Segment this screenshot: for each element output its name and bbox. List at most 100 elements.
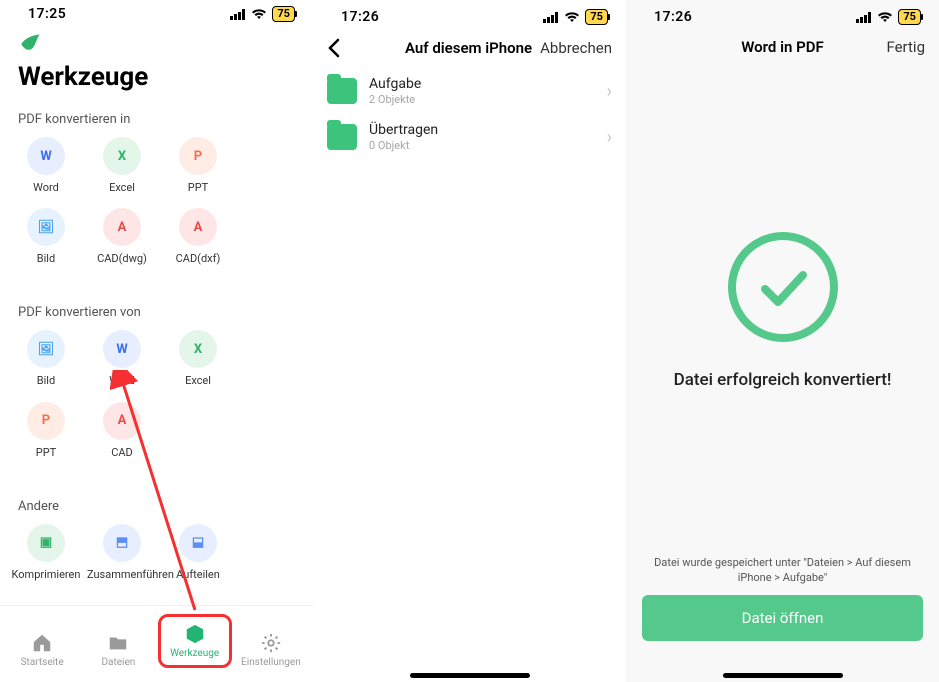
wifi-icon xyxy=(251,8,267,20)
pdf-to-ppt-icon: P xyxy=(179,137,217,175)
tab-label: Einstellungen xyxy=(241,657,301,668)
result-bottom: Datei wurde gespeichert unter "Dateien >… xyxy=(626,556,939,659)
success-check-icon xyxy=(728,232,838,342)
tools-icon xyxy=(184,623,206,645)
folder-row[interactable]: Übertragen0 Objekt › xyxy=(313,114,626,160)
nav-title: Auf diesem iPhone xyxy=(397,39,540,57)
status-right: 75 xyxy=(856,9,921,25)
folder-list: Aufgabe2 Objekte › Übertragen0 Objekt › xyxy=(313,68,626,160)
excel-to-pdf[interactable]: X Excel xyxy=(160,330,236,387)
tool-label: Bild xyxy=(37,252,55,265)
tool-label: CAD(dxf) xyxy=(176,252,221,265)
battery-icon: 75 xyxy=(272,6,295,22)
cancel-button[interactable]: Abbrechen xyxy=(540,39,612,57)
folder-icon xyxy=(327,124,357,150)
compress-icon: ▣ xyxy=(27,524,65,562)
signal-icon xyxy=(856,12,872,23)
pdf-to-caddwg-icon: A xyxy=(103,208,141,246)
pdf-to-word[interactable]: W Word xyxy=(8,137,84,194)
pdf-to-excel-icon: X xyxy=(103,137,141,175)
success-message: Datei erfolgreich konvertiert! xyxy=(674,370,892,390)
section-label-to: PDF konvertieren in xyxy=(0,104,313,137)
image-to-pdf-icon: 🖼 xyxy=(27,330,65,368)
pdf-to-caddxf[interactable]: A CAD(dxf) xyxy=(160,208,236,265)
tab-files[interactable]: Dateien xyxy=(81,632,155,668)
screen-tools: 17:25 75 Werkzeuge PDF konvertieren in W… xyxy=(0,0,313,682)
folder-name: Aufgabe xyxy=(369,76,595,92)
tool-label: Aufteilen xyxy=(176,568,220,581)
tool-label: Word xyxy=(33,181,59,194)
signal-icon xyxy=(230,9,246,20)
screen-result: 17:26 75 Word in PDF Fertig Datei erfolg… xyxy=(626,0,939,682)
tool-label: Word xyxy=(109,374,135,387)
app-logo xyxy=(0,24,313,60)
tool-label: Komprimieren xyxy=(12,568,81,581)
word-to-pdf-icon: W xyxy=(103,330,141,368)
cad-to-pdf-icon: A xyxy=(103,402,141,440)
folder-text: Aufgabe2 Objekte xyxy=(369,76,595,106)
tool-label: Zusammenführen xyxy=(87,568,157,581)
cad-to-pdf[interactable]: A CAD xyxy=(84,402,160,459)
tab-tools[interactable]: Werkzeuge xyxy=(158,614,232,668)
folder-subtitle: 2 Objekte xyxy=(369,93,595,106)
merge[interactable]: ⬒ Zusammenführen xyxy=(84,524,160,581)
nav-title: Word in PDF xyxy=(710,38,855,56)
chevron-right-icon: › xyxy=(607,81,612,102)
status-bar: 17:25 75 xyxy=(0,0,313,24)
tool-label: CAD(dwg) xyxy=(97,252,147,265)
pdf-to-ppt[interactable]: P PPT xyxy=(160,137,236,194)
gear-icon xyxy=(260,632,282,654)
folder-name: Übertragen xyxy=(369,122,595,138)
tab-label: Dateien xyxy=(101,657,135,668)
wifi-icon xyxy=(564,11,580,23)
tool-grid-from: 🖼 Bild W Word X Excel P PPT A CAD xyxy=(0,330,313,482)
status-bar: 17:26 75 xyxy=(313,0,626,30)
folder-text: Übertragen0 Objekt xyxy=(369,122,595,152)
tool-label: PPT xyxy=(36,446,56,459)
excel-to-pdf-icon: X xyxy=(179,330,217,368)
pdf-to-excel[interactable]: XExcel xyxy=(84,137,160,194)
merge-icon: ⬒ xyxy=(103,524,141,562)
folder-icon xyxy=(327,78,357,104)
tab-home[interactable]: Startseite xyxy=(5,632,79,668)
tab-settings[interactable]: Einstellungen xyxy=(234,632,308,668)
folder-row[interactable]: Aufgabe2 Objekte › xyxy=(313,68,626,114)
split-icon: ⬓ xyxy=(179,524,217,562)
battery-icon: 75 xyxy=(585,9,608,25)
pdf-to-caddxf-icon: A xyxy=(179,208,217,246)
status-time: 17:26 xyxy=(654,9,692,25)
section-label-other: Andere xyxy=(0,491,313,524)
compress[interactable]: ▣ Komprimieren xyxy=(8,524,84,581)
image-to-pdf[interactable]: 🖼 Bild xyxy=(8,330,84,387)
chevron-right-icon: › xyxy=(607,127,612,148)
battery-icon: 75 xyxy=(898,9,921,25)
wifi-icon xyxy=(877,11,893,23)
home-indicator xyxy=(723,673,843,678)
tool-grid-to: W Word XExcel P PPT 🖼 Bild A CAD(dwg) A CAD(dxf) xyxy=(0,137,313,289)
open-file-button[interactable]: Datei öffnen xyxy=(642,595,923,641)
signal-icon xyxy=(543,12,559,23)
split[interactable]: ⬓ Aufteilen xyxy=(160,524,236,581)
pdf-to-caddwg[interactable]: A CAD(dwg) xyxy=(84,208,160,265)
word-to-pdf[interactable]: W Word xyxy=(84,330,160,387)
tool-label: Excel xyxy=(185,374,211,387)
home-indicator xyxy=(410,673,530,678)
back-button[interactable] xyxy=(327,38,341,58)
folder-icon xyxy=(107,632,129,654)
saved-path-note: Datei wurde gespeichert unter "Dateien >… xyxy=(642,556,923,585)
ppt-to-pdf[interactable]: P PPT xyxy=(8,402,84,459)
pdf-to-image[interactable]: 🖼 Bild xyxy=(8,208,84,265)
tool-label: CAD xyxy=(111,446,133,459)
pdf-to-word-icon: W xyxy=(27,137,65,175)
pdf-to-image-icon: 🖼 xyxy=(27,208,65,246)
tool-label: Bild xyxy=(37,374,55,387)
result-body: Datei erfolgreich konvertiert! xyxy=(626,66,939,556)
status-right: 75 xyxy=(543,9,608,25)
done-button[interactable]: Fertig xyxy=(855,38,925,56)
tool-label: PPT xyxy=(188,181,208,194)
nav-bar: Word in PDF Fertig xyxy=(626,30,939,66)
section-label-from: PDF konvertieren von xyxy=(0,297,313,330)
ppt-to-pdf-icon: P xyxy=(27,402,65,440)
status-time: 17:26 xyxy=(341,9,379,25)
page-title: Werkzeuge xyxy=(0,60,313,104)
